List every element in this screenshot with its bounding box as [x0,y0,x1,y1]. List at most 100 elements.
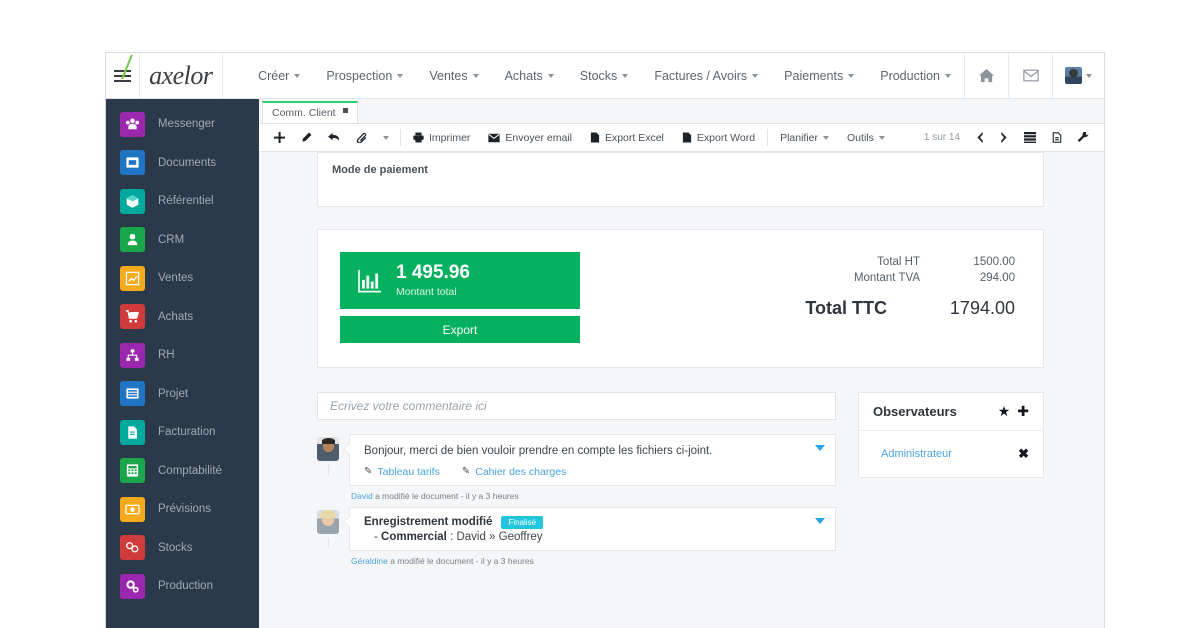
sidebar-item-production[interactable]: Production [106,567,259,606]
menu-label: Production [880,69,940,83]
menu-label: Créer [258,69,289,83]
menu-item-prospection[interactable]: Prospection [313,69,416,83]
bottom-row: Ecrivez votre commentaire ici Bonjour, m… [317,392,1044,572]
previous-record-button[interactable] [968,127,992,149]
total-amount-block: 1 495.96 Montant total [396,263,470,298]
comment-options-caret-icon[interactable] [815,518,825,524]
settings-wrench-button[interactable] [1070,127,1097,149]
sidebar-item-documents[interactable]: Documents [106,144,259,183]
total-ttc-row: Total TTC 1794.00 [580,298,1015,319]
close-icon[interactable]: ✖ [1018,446,1029,462]
list-view-button[interactable] [1016,127,1044,149]
montant-tva-label: Montant TVA [854,272,920,284]
planifier-dropdown[interactable]: Planifier [771,127,838,149]
edit-button[interactable] [293,127,320,149]
sidebar-item-facturation[interactable]: Facturation [106,413,259,452]
total-ht-row: Total HT 1500.00 [580,256,1015,268]
export-button[interactable]: Export [340,316,580,343]
sidebar-item-previsions[interactable]: Prévisions [106,490,259,529]
chevron-down-icon [945,74,951,78]
form-scroll-area[interactable]: Mode de paiement [259,152,1104,628]
total-amount-card[interactable]: 1 495.96 Montant total [340,252,580,309]
comment-input[interactable]: Ecrivez votre commentaire ici [317,392,836,420]
application-window: axelor Créer Prospection Ventes Achats S… [105,52,1105,628]
invoice-icon [120,420,145,445]
new-record-button[interactable] [266,127,293,149]
send-email-button[interactable]: Envoyer email [479,127,581,149]
total-ttc-label: Total TTC [805,298,887,319]
user-menu[interactable] [1052,53,1104,98]
sidebar-item-label: Projet [158,388,188,400]
main-menu: Créer Prospection Ventes Achats Stocks F… [223,53,964,98]
observer-name[interactable]: Administrateur [881,448,1018,460]
sidebar-item-rh[interactable]: RH [106,336,259,375]
comment-list: Bonjour, merci de bien vouloir prendre e… [317,434,836,572]
attachment-link[interactable]: ✎ Tableau tarifs [364,466,440,478]
comment-author[interactable]: Géraldine [351,556,388,566]
comment-author[interactable]: David [351,491,373,501]
chevron-down-icon [473,74,479,78]
sidebar-item-label: Production [158,580,213,592]
user-photo-icon [317,437,339,461]
comment-options-caret-icon[interactable] [815,445,825,451]
attachment-label: Tableau tarifs [377,466,439,478]
sidebar-item-comptabilite[interactable]: Comptabilité [106,452,259,491]
top-navigation-bar: axelor Créer Prospection Ventes Achats S… [106,53,1104,99]
axelor-logo[interactable]: axelor [140,53,224,98]
menu-item-stocks[interactable]: Stocks [567,69,642,83]
toolbar-dropdown-label: Outils [847,132,874,144]
menu-item-ventes[interactable]: Ventes [416,69,491,83]
documents-icon [120,150,145,175]
sidebar-item-messenger[interactable]: Messenger [106,105,259,144]
timeline-connector [328,538,329,548]
comment-meta: Géraldine a modifié le document - il y a… [349,556,836,566]
sidebar-item-projet[interactable]: Projet [106,375,259,414]
gears-icon [120,574,145,599]
chevron-down-icon [548,74,554,78]
menu-label: Stocks [580,69,618,83]
comment-title-text: Enregistrement modifié [364,516,492,528]
total-ht-value: 1500.00 [920,256,1015,268]
home-icon[interactable] [964,53,1008,98]
menu-item-paiements[interactable]: Paiements [771,69,867,83]
menu-item-creer[interactable]: Créer [245,69,313,83]
tab-close-icon[interactable] [343,108,348,113]
sidebar-item-stocks[interactable]: Stocks [106,529,259,568]
comment-title: Enregistrement modifié Finalisé [364,516,823,529]
print-button[interactable]: Imprimer [404,127,479,149]
sidebar-item-referentiel[interactable]: Référentiel [106,182,259,221]
menu-item-achats[interactable]: Achats [492,69,567,83]
payment-mode-label: Mode de paiement [332,164,1029,176]
menu-item-factures-avoirs[interactable]: Factures / Avoirs [641,69,771,83]
attachment-link[interactable]: ✎ Cahier des charges [462,466,566,478]
toolbar-button-label: Imprimer [429,132,470,144]
sidebar-item-ventes[interactable]: Ventes [106,259,259,298]
comment-bubble: Bonjour, merci de bien vouloir prendre e… [349,434,836,486]
chevron-down-icon [383,136,389,140]
envelope-icon[interactable] [1008,53,1052,98]
observer-row: Administrateur ✖ [859,431,1043,477]
tab-strip: Comm. Client [259,99,1104,124]
content-area: Comm. Client [259,99,1104,628]
more-actions-button[interactable] [375,127,397,149]
sidebar-item-achats[interactable]: Achats [106,298,259,337]
menu-item-production[interactable]: Production [867,69,964,83]
sidebar-item-label: RH [158,349,175,361]
undo-button[interactable] [320,127,348,149]
bar-chart-icon [356,268,382,294]
export-excel-button[interactable]: Export Excel [581,127,673,149]
outils-dropdown[interactable]: Outils [838,127,894,149]
star-icon[interactable]: ★ [998,403,1011,420]
comment-item: Bonjour, merci de bien vouloir prendre e… [317,434,836,507]
export-word-button[interactable]: Export Word [673,127,764,149]
avatar [317,437,340,465]
org-chart-icon [120,343,145,368]
next-record-button[interactable] [992,127,1016,149]
total-amount-caption: Montant total [396,286,470,298]
tab-comm-client[interactable]: Comm. Client [262,101,358,123]
form-view-button[interactable] [1044,127,1070,149]
sidebar-item-crm[interactable]: CRM [106,221,259,260]
plus-icon[interactable]: ✚ [1017,403,1029,420]
user-photo-icon [317,510,339,534]
attach-button[interactable] [348,127,375,149]
